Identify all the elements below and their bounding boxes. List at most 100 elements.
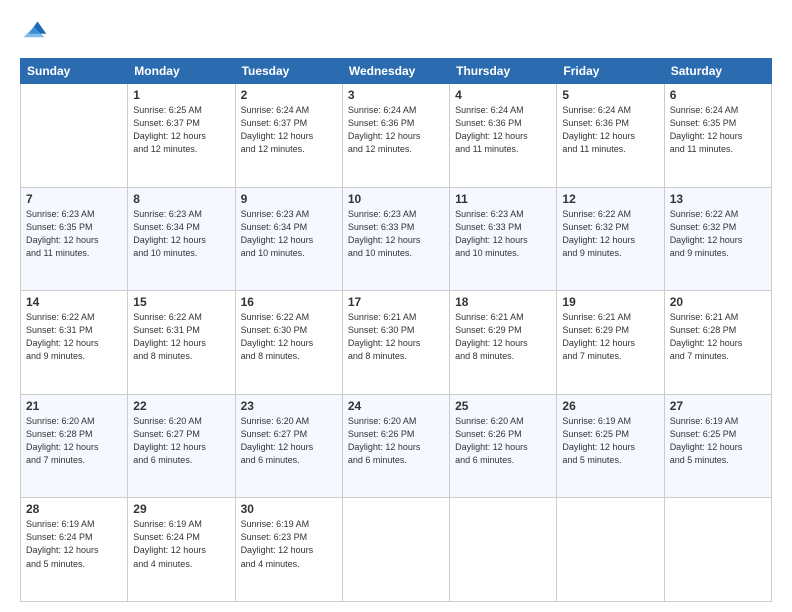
calendar-cell: 1 Sunrise: 6:25 AM Sunset: 6:37 PM Daylig… bbox=[128, 84, 235, 188]
calendar-header-friday: Friday bbox=[557, 59, 664, 84]
calendar-cell: 25Sunrise: 6:20 AM Sunset: 6:26 PM Dayli… bbox=[450, 394, 557, 498]
day-number: 8 bbox=[133, 192, 229, 206]
day-number: 18 bbox=[455, 295, 551, 309]
calendar-table: SundayMondayTuesdayWednesdayThursdayFrid… bbox=[20, 58, 772, 602]
day-number: 13 bbox=[670, 192, 766, 206]
day-number: 30 bbox=[241, 502, 337, 516]
calendar-week-row: 28 Sunrise: 6:19 AM Sunset: 6:24 PM Dayli… bbox=[21, 498, 772, 602]
calendar-cell: 8 Sunrise: 6:23 AM Sunset: 6:34 PM Daylig… bbox=[128, 187, 235, 291]
calendar-cell: 30 Sunrise: 6:19 AM Sunset: 6:23 PM Dayli… bbox=[235, 498, 342, 602]
day-info: Sunrise: 6:21 AM Sunset: 6:30 PM Dayligh… bbox=[348, 311, 444, 363]
day-number: 1 bbox=[133, 88, 229, 102]
calendar-cell: 24Sunrise: 6:20 AM Sunset: 6:26 PM Dayli… bbox=[342, 394, 449, 498]
day-info: Sunrise: 6:22 AM Sunset: 6:32 PM Dayligh… bbox=[670, 208, 766, 260]
calendar-cell: 5Sunrise: 6:24 AM Sunset: 6:36 PM Daylig… bbox=[557, 84, 664, 188]
day-number: 16 bbox=[241, 295, 337, 309]
day-info: Sunrise: 6:20 AM Sunset: 6:26 PM Dayligh… bbox=[348, 415, 444, 467]
day-info: Sunrise: 6:22 AM Sunset: 6:31 PM Dayligh… bbox=[133, 311, 229, 363]
day-number: 22 bbox=[133, 399, 229, 413]
day-info: Sunrise: 6:24 AM Sunset: 6:36 PM Dayligh… bbox=[455, 104, 551, 156]
day-number: 15 bbox=[133, 295, 229, 309]
calendar-week-row: 1 Sunrise: 6:25 AM Sunset: 6:37 PM Daylig… bbox=[21, 84, 772, 188]
calendar-header-monday: Monday bbox=[128, 59, 235, 84]
day-info: Sunrise: 6:24 AM Sunset: 6:36 PM Dayligh… bbox=[562, 104, 658, 156]
calendar-cell: 15 Sunrise: 6:22 AM Sunset: 6:31 PM Dayli… bbox=[128, 291, 235, 395]
day-number: 23 bbox=[241, 399, 337, 413]
day-info: Sunrise: 6:24 AM Sunset: 6:37 PM Dayligh… bbox=[241, 104, 337, 156]
day-number: 7 bbox=[26, 192, 122, 206]
day-number: 17 bbox=[348, 295, 444, 309]
day-number: 4 bbox=[455, 88, 551, 102]
day-info: Sunrise: 6:22 AM Sunset: 6:30 PM Dayligh… bbox=[241, 311, 337, 363]
calendar-cell: 22 Sunrise: 6:20 AM Sunset: 6:27 PM Dayli… bbox=[128, 394, 235, 498]
day-info: Sunrise: 6:23 AM Sunset: 6:34 PM Dayligh… bbox=[133, 208, 229, 260]
page: SundayMondayTuesdayWednesdayThursdayFrid… bbox=[0, 0, 792, 612]
calendar-cell: 9 Sunrise: 6:23 AM Sunset: 6:34 PM Daylig… bbox=[235, 187, 342, 291]
calendar-cell: 2 Sunrise: 6:24 AM Sunset: 6:37 PM Daylig… bbox=[235, 84, 342, 188]
day-number: 21 bbox=[26, 399, 122, 413]
calendar-cell bbox=[664, 498, 771, 602]
day-number: 26 bbox=[562, 399, 658, 413]
day-info: Sunrise: 6:23 AM Sunset: 6:34 PM Dayligh… bbox=[241, 208, 337, 260]
day-info: Sunrise: 6:22 AM Sunset: 6:32 PM Dayligh… bbox=[562, 208, 658, 260]
calendar-cell: 18 Sunrise: 6:21 AM Sunset: 6:29 PM Dayli… bbox=[450, 291, 557, 395]
calendar-cell bbox=[557, 498, 664, 602]
day-info: Sunrise: 6:19 AM Sunset: 6:25 PM Dayligh… bbox=[562, 415, 658, 467]
calendar-cell: 14Sunrise: 6:22 AM Sunset: 6:31 PM Dayli… bbox=[21, 291, 128, 395]
calendar-header-row: SundayMondayTuesdayWednesdayThursdayFrid… bbox=[21, 59, 772, 84]
day-info: Sunrise: 6:19 AM Sunset: 6:24 PM Dayligh… bbox=[133, 518, 229, 570]
day-info: Sunrise: 6:21 AM Sunset: 6:29 PM Dayligh… bbox=[562, 311, 658, 363]
calendar-cell: 19 Sunrise: 6:21 AM Sunset: 6:29 PM Dayli… bbox=[557, 291, 664, 395]
day-number: 28 bbox=[26, 502, 122, 516]
logo-icon bbox=[20, 18, 48, 46]
day-info: Sunrise: 6:19 AM Sunset: 6:25 PM Dayligh… bbox=[670, 415, 766, 467]
calendar-header-thursday: Thursday bbox=[450, 59, 557, 84]
calendar-cell: 21 Sunrise: 6:20 AM Sunset: 6:28 PM Dayli… bbox=[21, 394, 128, 498]
day-number: 29 bbox=[133, 502, 229, 516]
day-number: 2 bbox=[241, 88, 337, 102]
day-number: 9 bbox=[241, 192, 337, 206]
calendar-header-wednesday: Wednesday bbox=[342, 59, 449, 84]
calendar-cell: 23Sunrise: 6:20 AM Sunset: 6:27 PM Dayli… bbox=[235, 394, 342, 498]
day-info: Sunrise: 6:20 AM Sunset: 6:27 PM Dayligh… bbox=[133, 415, 229, 467]
calendar-cell: 4 Sunrise: 6:24 AM Sunset: 6:36 PM Daylig… bbox=[450, 84, 557, 188]
calendar-week-row: 14Sunrise: 6:22 AM Sunset: 6:31 PM Dayli… bbox=[21, 291, 772, 395]
calendar-cell: 3 Sunrise: 6:24 AM Sunset: 6:36 PM Daylig… bbox=[342, 84, 449, 188]
calendar-cell bbox=[342, 498, 449, 602]
day-number: 27 bbox=[670, 399, 766, 413]
logo bbox=[20, 18, 52, 46]
day-info: Sunrise: 6:24 AM Sunset: 6:35 PM Dayligh… bbox=[670, 104, 766, 156]
calendar-cell bbox=[21, 84, 128, 188]
day-info: Sunrise: 6:20 AM Sunset: 6:26 PM Dayligh… bbox=[455, 415, 551, 467]
calendar-cell: 12 Sunrise: 6:22 AM Sunset: 6:32 PM Dayli… bbox=[557, 187, 664, 291]
day-info: Sunrise: 6:25 AM Sunset: 6:37 PM Dayligh… bbox=[133, 104, 229, 156]
calendar-header-saturday: Saturday bbox=[664, 59, 771, 84]
calendar-header-sunday: Sunday bbox=[21, 59, 128, 84]
calendar-cell: 17 Sunrise: 6:21 AM Sunset: 6:30 PM Dayli… bbox=[342, 291, 449, 395]
day-info: Sunrise: 6:19 AM Sunset: 6:23 PM Dayligh… bbox=[241, 518, 337, 570]
calendar-week-row: 7 Sunrise: 6:23 AM Sunset: 6:35 PM Daylig… bbox=[21, 187, 772, 291]
day-info: Sunrise: 6:23 AM Sunset: 6:33 PM Dayligh… bbox=[455, 208, 551, 260]
day-number: 19 bbox=[562, 295, 658, 309]
day-info: Sunrise: 6:22 AM Sunset: 6:31 PM Dayligh… bbox=[26, 311, 122, 363]
day-info: Sunrise: 6:21 AM Sunset: 6:28 PM Dayligh… bbox=[670, 311, 766, 363]
calendar-header-tuesday: Tuesday bbox=[235, 59, 342, 84]
day-info: Sunrise: 6:21 AM Sunset: 6:29 PM Dayligh… bbox=[455, 311, 551, 363]
day-info: Sunrise: 6:23 AM Sunset: 6:33 PM Dayligh… bbox=[348, 208, 444, 260]
calendar-cell: 11Sunrise: 6:23 AM Sunset: 6:33 PM Dayli… bbox=[450, 187, 557, 291]
day-info: Sunrise: 6:24 AM Sunset: 6:36 PM Dayligh… bbox=[348, 104, 444, 156]
day-info: Sunrise: 6:19 AM Sunset: 6:24 PM Dayligh… bbox=[26, 518, 122, 570]
calendar-cell: 10 Sunrise: 6:23 AM Sunset: 6:33 PM Dayli… bbox=[342, 187, 449, 291]
calendar-cell bbox=[450, 498, 557, 602]
calendar-cell: 27 Sunrise: 6:19 AM Sunset: 6:25 PM Dayli… bbox=[664, 394, 771, 498]
header bbox=[20, 18, 772, 46]
calendar-cell: 13 Sunrise: 6:22 AM Sunset: 6:32 PM Dayli… bbox=[664, 187, 771, 291]
calendar-cell: 20Sunrise: 6:21 AM Sunset: 6:28 PM Dayli… bbox=[664, 291, 771, 395]
day-number: 10 bbox=[348, 192, 444, 206]
day-number: 12 bbox=[562, 192, 658, 206]
calendar-cell: 16 Sunrise: 6:22 AM Sunset: 6:30 PM Dayli… bbox=[235, 291, 342, 395]
day-info: Sunrise: 6:23 AM Sunset: 6:35 PM Dayligh… bbox=[26, 208, 122, 260]
day-number: 3 bbox=[348, 88, 444, 102]
calendar-cell: 26 Sunrise: 6:19 AM Sunset: 6:25 PM Dayli… bbox=[557, 394, 664, 498]
day-info: Sunrise: 6:20 AM Sunset: 6:28 PM Dayligh… bbox=[26, 415, 122, 467]
